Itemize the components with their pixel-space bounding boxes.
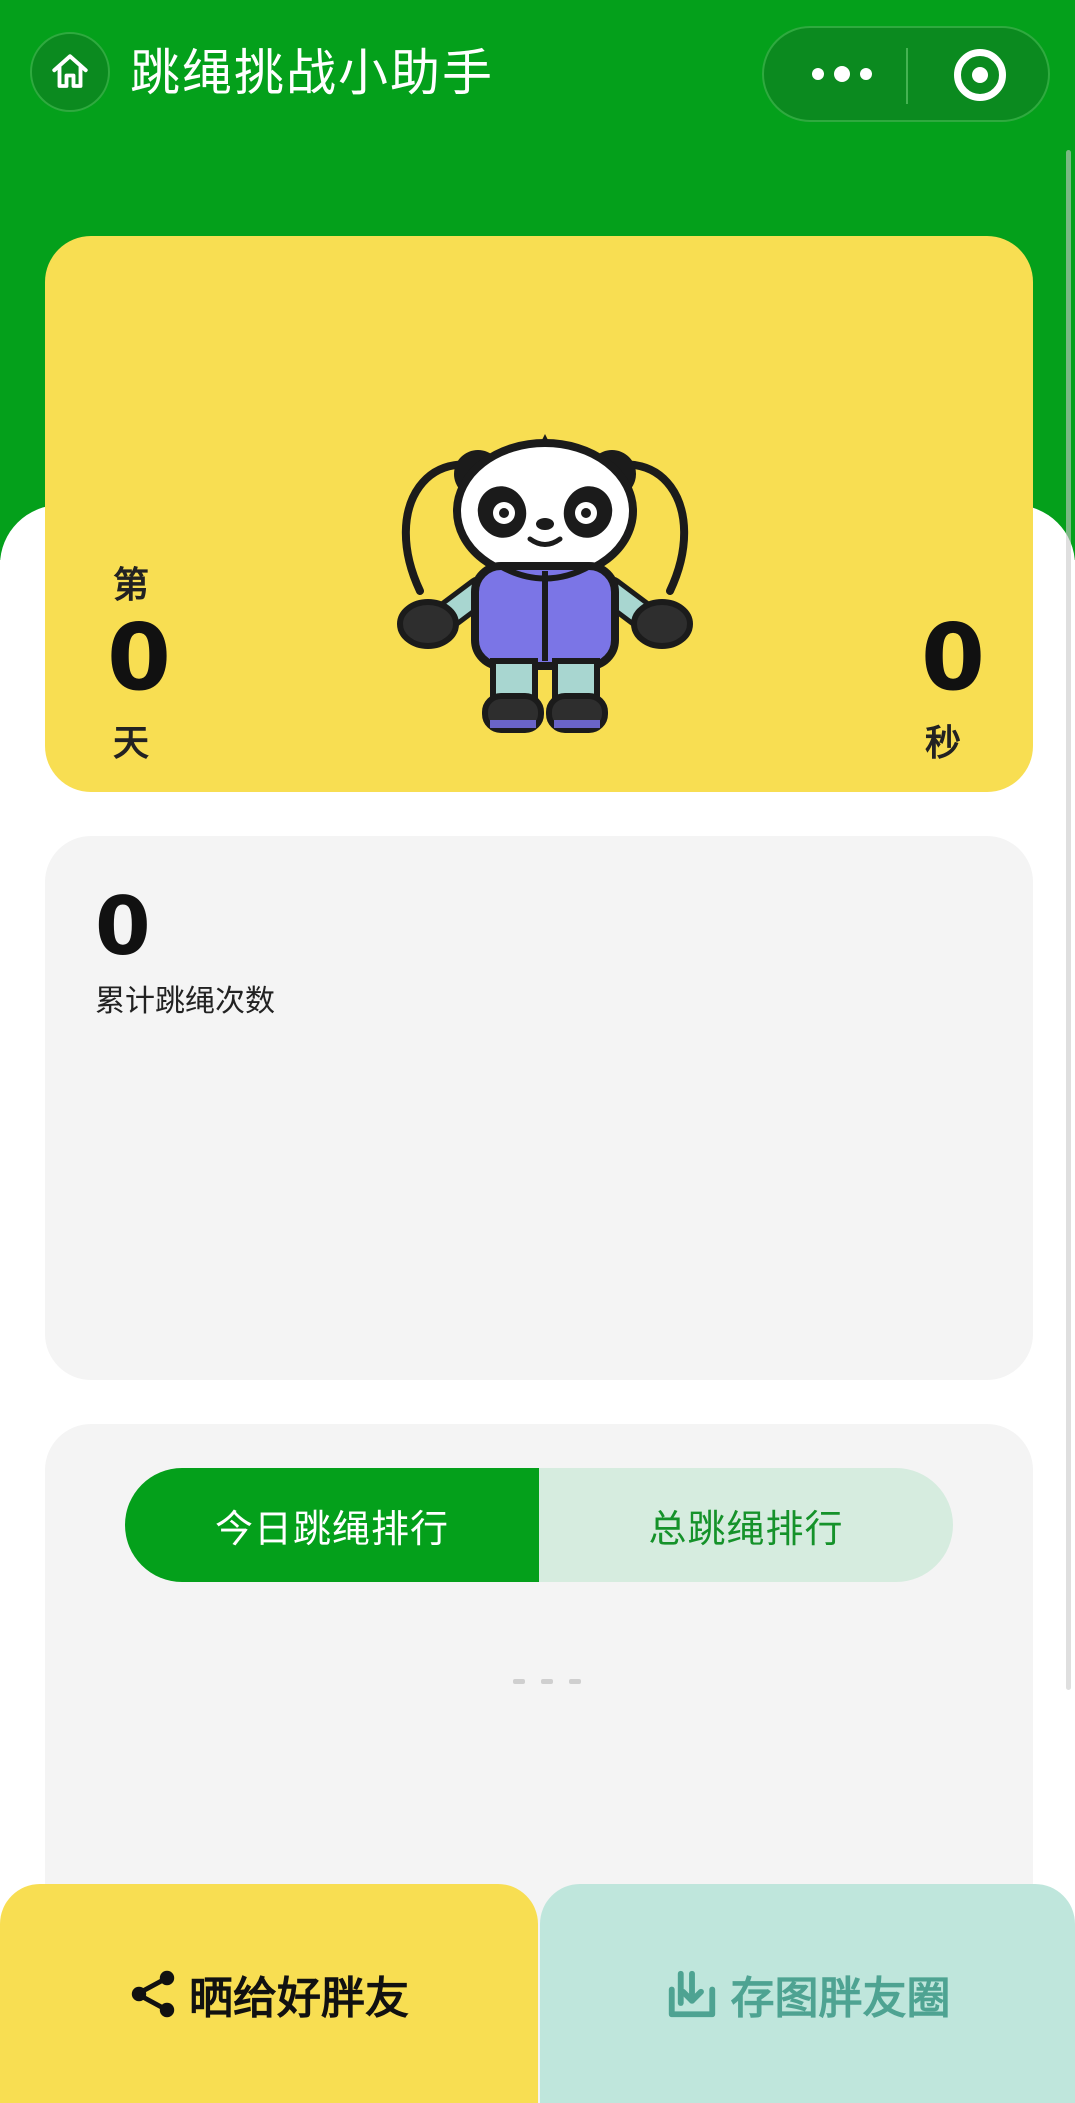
share-icon (131, 1970, 175, 2017)
share-to-friends-button[interactable]: 晒给好胖友 (0, 1884, 538, 2103)
total-stats-card: 0 累计跳绳次数 (45, 836, 1033, 1380)
page-title: 跳绳挑战小助手 (130, 44, 494, 102)
total-jump-count: 0 (95, 880, 151, 973)
panda-jump-rope-illustration (397, 434, 693, 733)
more-button[interactable] (786, 28, 898, 120)
more-dots-icon (860, 68, 872, 80)
download-icon (668, 1970, 715, 2017)
day-unit: 天 (113, 723, 150, 764)
more-dots-icon (812, 68, 824, 80)
home-button[interactable] (30, 32, 110, 112)
save-image-button[interactable]: 存图胖友圈 (540, 1884, 1075, 2103)
total-jump-label: 累计跳绳次数 (95, 984, 275, 1019)
save-button-label: 存图胖友圈 (730, 1972, 951, 2024)
scrollbar[interactable] (1066, 150, 1071, 1690)
seconds-count: 0 (921, 604, 986, 711)
home-icon (52, 54, 88, 88)
day-count: 0 (107, 604, 172, 711)
ranking-tabs: 今日跳绳排行 总跳绳排行 (125, 1468, 953, 1582)
seconds-unit: 秒 (925, 723, 962, 764)
target-close-icon (972, 67, 988, 83)
mini-program-capsule (762, 26, 1050, 122)
day-prefix: 第 (113, 565, 150, 606)
loading-indicator (513, 1679, 581, 1684)
challenge-card: 第 0 天 0 秒 (45, 236, 1033, 792)
tab-today-ranking[interactable]: 今日跳绳排行 (125, 1468, 539, 1582)
more-dots-icon (834, 66, 850, 82)
navigation-bar: 跳绳挑战小助手 (0, 0, 1075, 150)
capsule-divider (906, 48, 908, 104)
tab-total-ranking[interactable]: 总跳绳排行 (539, 1468, 953, 1582)
share-button-label: 晒给好胖友 (189, 1972, 409, 2024)
close-button[interactable] (954, 49, 1006, 101)
